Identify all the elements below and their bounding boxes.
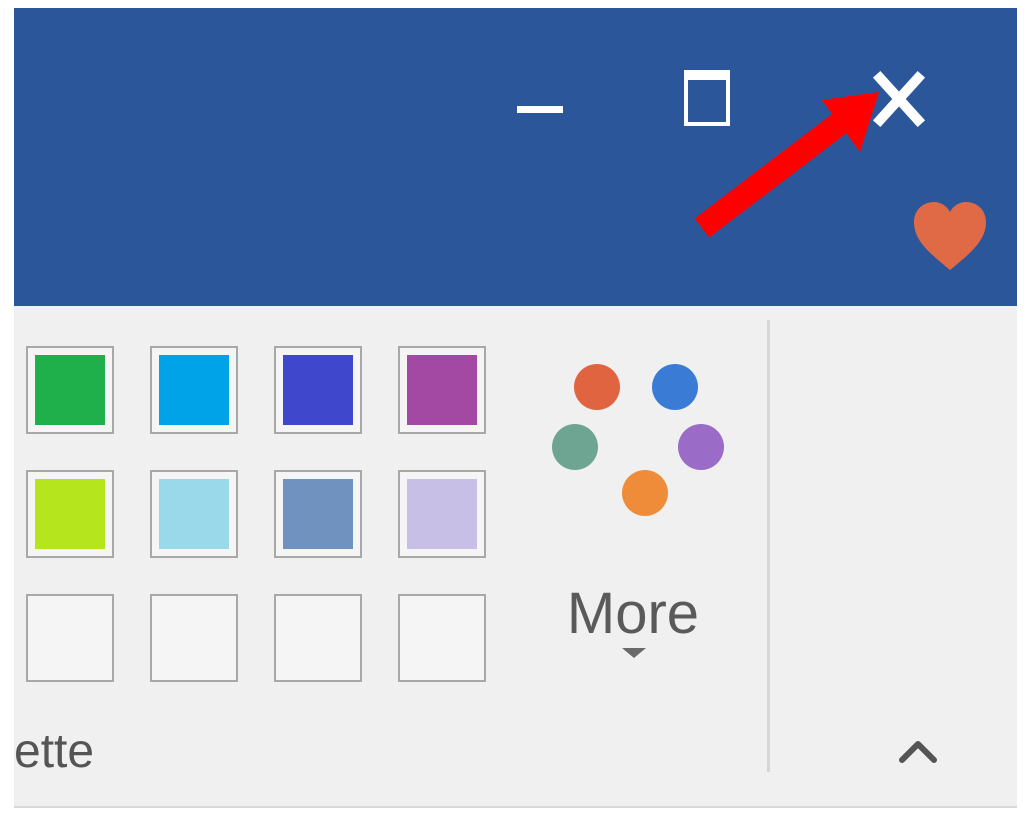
color-swatch[interactable] bbox=[398, 346, 486, 434]
more-label: More bbox=[566, 581, 700, 646]
title-bar bbox=[14, 8, 1017, 306]
swatch-fill bbox=[159, 479, 229, 549]
more-colors-button[interactable]: More bbox=[538, 350, 728, 670]
color-swatch[interactable] bbox=[26, 346, 114, 434]
collapse-ribbon-button[interactable] bbox=[888, 726, 948, 776]
screenshot: More ette bbox=[0, 0, 1031, 813]
swatch-fill bbox=[159, 603, 229, 673]
swatch-fill bbox=[35, 355, 105, 425]
color-dot bbox=[622, 470, 668, 516]
minimize-button[interactable] bbox=[500, 68, 580, 148]
color-swatch[interactable] bbox=[398, 594, 486, 682]
group-label: ette bbox=[14, 725, 95, 778]
color-swatch[interactable] bbox=[26, 470, 114, 558]
minimize-icon bbox=[517, 106, 563, 113]
swatch-fill bbox=[283, 603, 353, 673]
color-swatch[interactable] bbox=[150, 470, 238, 558]
heart-icon[interactable] bbox=[910, 198, 990, 278]
color-dot bbox=[652, 364, 698, 410]
color-swatch[interactable] bbox=[150, 346, 238, 434]
color-swatch[interactable] bbox=[398, 470, 486, 558]
swatch-fill bbox=[35, 479, 105, 549]
swatch-fill bbox=[407, 603, 477, 673]
swatch-fill bbox=[283, 355, 353, 425]
group-divider bbox=[767, 320, 770, 772]
ribbon-panel: More ette bbox=[14, 306, 1017, 808]
color-swatch[interactable] bbox=[274, 346, 362, 434]
color-dot bbox=[678, 424, 724, 470]
color-dot bbox=[552, 424, 598, 470]
swatch-fill bbox=[159, 355, 229, 425]
annotation-arrow bbox=[694, 92, 879, 238]
swatch-fill bbox=[407, 355, 477, 425]
color-dot bbox=[574, 364, 620, 410]
color-swatch[interactable] bbox=[274, 594, 362, 682]
color-swatch[interactable] bbox=[274, 470, 362, 558]
color-swatch[interactable] bbox=[150, 594, 238, 682]
swatch-fill bbox=[407, 479, 477, 549]
color-swatch[interactable] bbox=[26, 594, 114, 682]
chevron-down-icon bbox=[622, 648, 646, 658]
swatch-fill bbox=[35, 603, 105, 673]
swatch-fill bbox=[283, 479, 353, 549]
